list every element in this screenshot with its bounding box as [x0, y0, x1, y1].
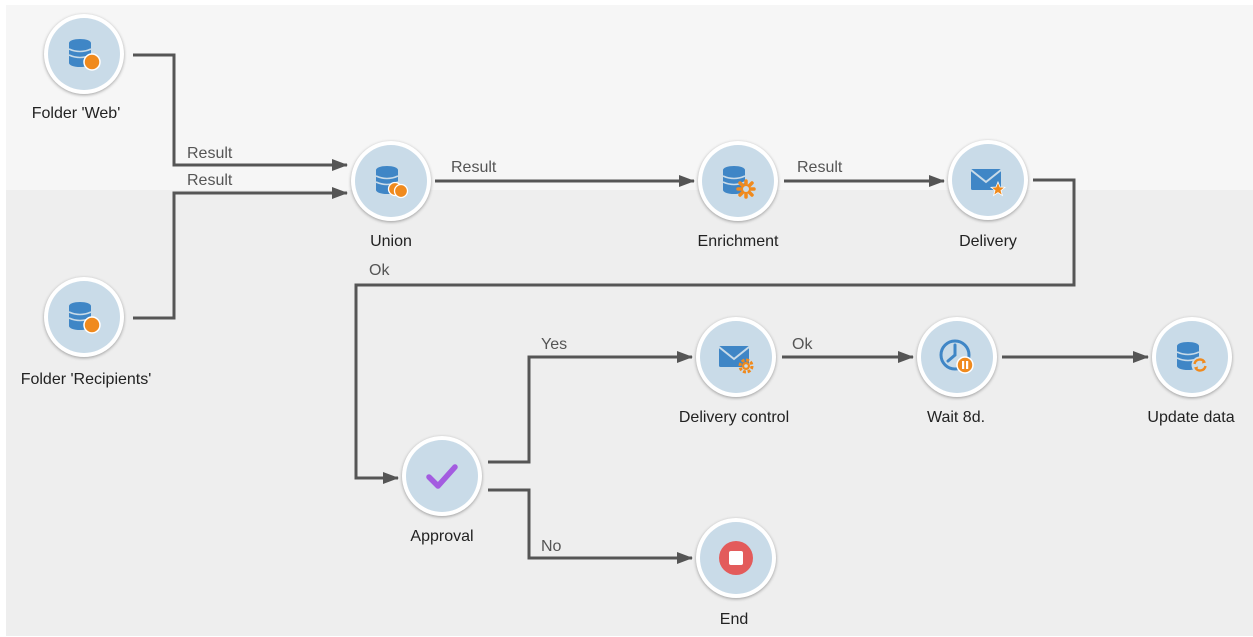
- node-label-enrichment: Enrichment: [697, 233, 779, 250]
- node-label-folder-web: Folder 'Web': [31, 105, 121, 122]
- node-approval[interactable]: [402, 436, 482, 516]
- node-delivery[interactable]: [948, 140, 1028, 220]
- database-union-icon: [375, 166, 409, 199]
- clock-pause-icon: [939, 339, 974, 374]
- node-label-delivery-control: Delivery control: [678, 409, 790, 426]
- link-label-approval-yes: Yes: [541, 336, 568, 353]
- link-label-union-result: Result: [451, 159, 497, 176]
- checkmark-icon: [426, 464, 458, 489]
- node-label-approval: Approval: [410, 528, 474, 545]
- node-end[interactable]: [696, 518, 776, 598]
- node-label-update-data: Update data: [1147, 409, 1235, 426]
- node-label-folder-recipients: Folder 'Recipients': [20, 371, 152, 388]
- link-label-delivery-ok: Ok: [369, 262, 390, 279]
- node-update-data[interactable]: [1152, 317, 1232, 397]
- node-label-wait: Wait 8d.: [926, 409, 986, 426]
- node-label-union: Union: [370, 233, 412, 250]
- workflow-canvas[interactable]: Result Result Result Result Ok Yes No Ok…: [6, 5, 1253, 636]
- workflow-connectors: [133, 53, 1149, 564]
- node-label-delivery: Delivery: [959, 233, 1017, 250]
- link-label-recipients-result: Result: [187, 172, 233, 189]
- node-folder-web[interactable]: [44, 14, 124, 94]
- node-label-end: End: [719, 611, 749, 628]
- link-label-enrichment-result: Result: [797, 159, 843, 176]
- mail-star-icon: [970, 169, 1007, 197]
- stop-icon: [719, 541, 753, 575]
- database-orange-dot-icon: [68, 39, 101, 71]
- connector-approval-yes[interactable]: [488, 351, 693, 464]
- database-enrichment-icon: [722, 166, 756, 199]
- node-union[interactable]: [351, 141, 431, 221]
- link-label-control-ok: Ok: [792, 336, 813, 353]
- link-label-web-result: Result: [187, 145, 233, 162]
- mail-gear-icon: [718, 346, 754, 374]
- database-refresh-icon: [1176, 342, 1209, 374]
- node-folder-recipients[interactable]: [44, 277, 124, 357]
- link-label-approval-no: No: [541, 538, 562, 555]
- node-enrichment[interactable]: [698, 141, 778, 221]
- node-wait[interactable]: [917, 317, 997, 397]
- connector-recipients-union[interactable]: [133, 187, 348, 320]
- node-delivery-control[interactable]: [696, 317, 776, 397]
- connector-approval-no[interactable]: [488, 488, 693, 564]
- connector-web-union[interactable]: [133, 53, 348, 171]
- database-orange-dot-icon: [68, 302, 101, 334]
